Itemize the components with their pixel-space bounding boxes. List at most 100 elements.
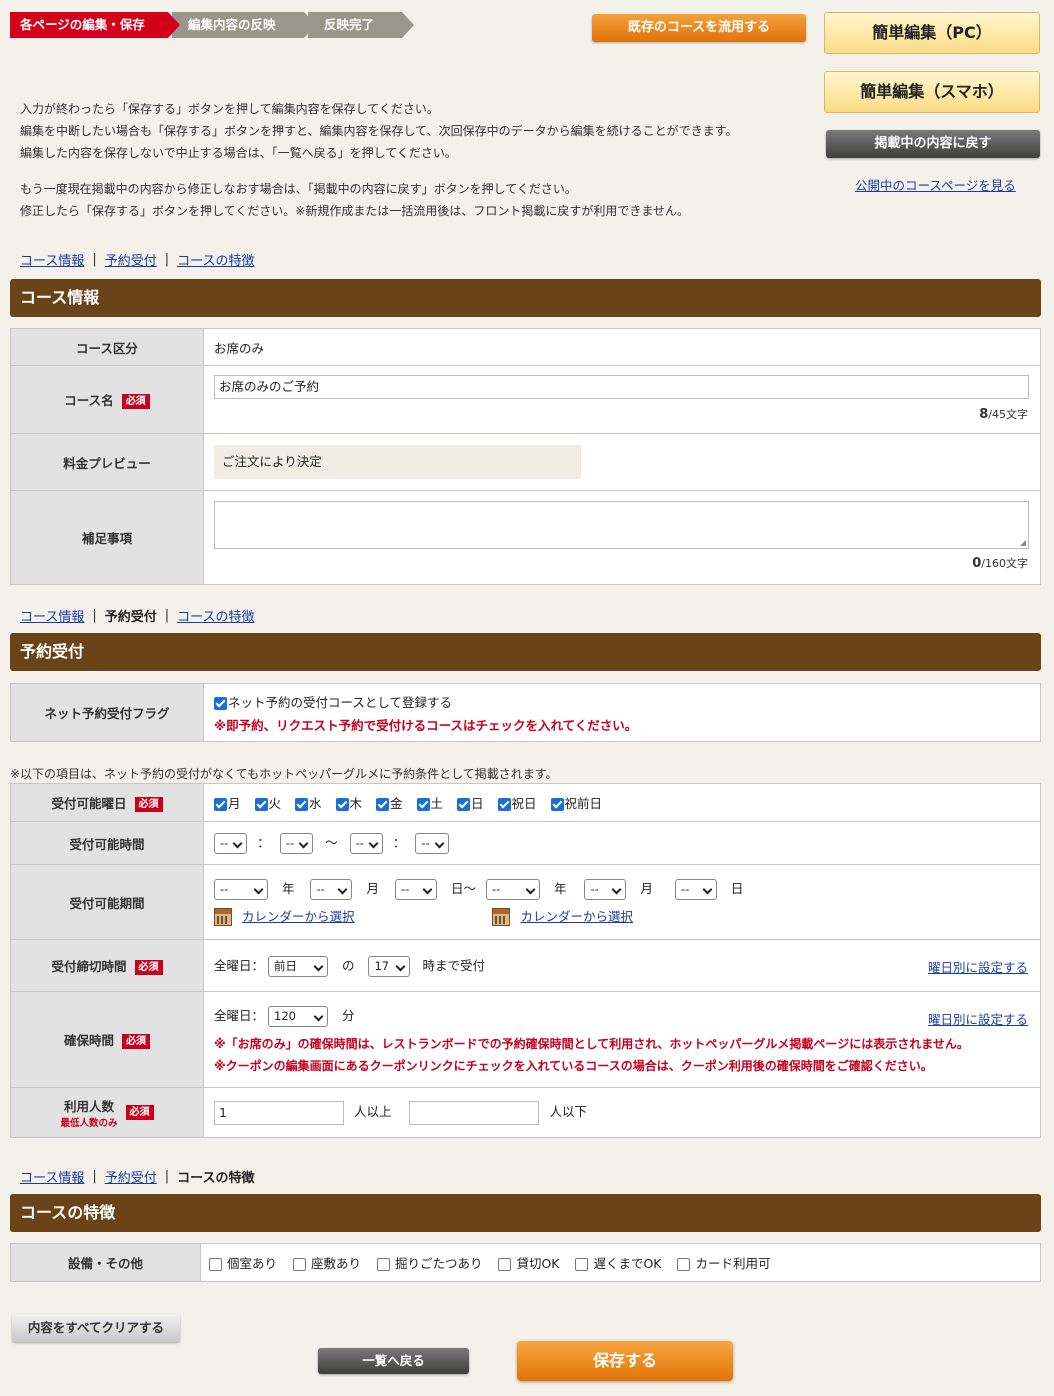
option-checkbox[interactable] xyxy=(209,1258,222,1271)
people-max-input[interactable] xyxy=(409,1100,540,1125)
time-end-min-select[interactable]: -- xyxy=(415,833,449,854)
view-public-page-link[interactable]: 公開中のコースページを見る xyxy=(855,175,1016,194)
time-start-hour-select[interactable]: -- xyxy=(214,833,248,854)
course-category-value: お席のみ xyxy=(203,328,1041,366)
required-badge: 必須 xyxy=(122,1034,150,1049)
required-badge: 必須 xyxy=(121,394,150,409)
nav-course-info-link[interactable]: コース情報 xyxy=(20,1167,84,1186)
supplement-label: 補足事項 xyxy=(10,490,204,585)
time-start-min-select[interactable]: -- xyxy=(279,833,314,854)
hold-time-label: 確保時間 必須 xyxy=(10,991,204,1088)
net-flag-note: ※即予約、リクエスト予約で受付けるコースはチェックを入れてください。 xyxy=(214,717,638,733)
price-preview-value: ご注文により決定 xyxy=(214,445,581,479)
day-checkbox-tue[interactable] xyxy=(254,798,268,811)
option-checkbox[interactable] xyxy=(376,1258,390,1271)
deadline-day-select[interactable]: 前日 xyxy=(268,955,328,977)
deadline-hour-select[interactable]: 17 xyxy=(368,955,411,977)
nav-features-link[interactable]: コースの特徴 xyxy=(177,606,254,625)
day-checkbox-holiday[interactable] xyxy=(497,798,511,811)
step-edit-save: 各ページの編集・保存 xyxy=(10,12,180,38)
reservation-heading: 予約受付 xyxy=(10,633,1041,671)
intro-text: 入力が終わったら「保存する」ボタンを押して編集内容を保存してください。 編集を中… xyxy=(20,98,800,222)
intro-line: 修正したら「保存する」ボタンを押してください。※新規作成または一括流用後は、フロ… xyxy=(20,204,689,218)
intro-line: もう一度現在掲載中の内容から修正しなおす場合は、「掲載中の内容に戻す」ボタンを押… xyxy=(20,182,577,196)
period-start-day-select[interactable]: -- xyxy=(394,878,437,900)
course-info-table: コース区分 お席のみ コース名 必須 お席のみのご予約 8/45文字 料金プレビュ… xyxy=(10,328,1041,585)
required-badge: 必須 xyxy=(134,960,163,975)
nav-course-info-link[interactable]: コース情報 xyxy=(20,606,84,625)
calendar-icon[interactable] xyxy=(214,908,232,927)
people-min-input[interactable]: 1 xyxy=(214,1100,344,1125)
intro-line: 編集した内容を保存しないで中止する場合は、「一覧へ戻る」を押してください。 xyxy=(20,146,457,160)
people-sub-label: 最低人数のみ xyxy=(60,1118,118,1129)
day-checkbox-thu[interactable] xyxy=(335,798,349,811)
course-info-heading: コース情報 xyxy=(10,279,1041,317)
facilities-options: 個室あり 座敷あり 掘りごたつあり 貸切OK 遅くまでOK カード利用可 xyxy=(200,1243,1041,1282)
revert-published-button[interactable]: 掲載中の内容に戻す xyxy=(826,130,1040,158)
period-start-year-select[interactable]: -- xyxy=(214,878,268,900)
hold-per-day-link[interactable]: 曜日別に設定する xyxy=(928,1009,1028,1028)
hold-note-1: ※「お席のみ」の確保時間は、レストランボードでの予約確保時間として利用され、ホッ… xyxy=(214,1037,969,1051)
course-name-label: コース名 必須 xyxy=(10,365,204,434)
required-badge: 必須 xyxy=(125,1105,154,1120)
nav-reservation-link[interactable]: 予約受付 xyxy=(105,1167,157,1186)
reservation-conditions-table: 受付可能曜日 必須 月 火 水 木 金 土 日 祝日 祝前日 受付可能時間 -- … xyxy=(10,783,1041,1138)
option-checkbox[interactable] xyxy=(677,1258,691,1271)
supplement-textarea[interactable]: ◢ xyxy=(214,501,1029,549)
period-end-day-select[interactable]: -- xyxy=(674,878,717,900)
time-end-hour-select[interactable]: -- xyxy=(349,833,383,854)
required-badge: 必須 xyxy=(134,797,163,812)
intro-line: 入力が終わったら「保存する」ボタンを押して編集内容を保存してください。 xyxy=(20,102,439,116)
calendar-icon[interactable] xyxy=(492,908,511,927)
days-label: 受付可能曜日 必須 xyxy=(10,783,204,822)
reuse-course-button[interactable]: 既存のコースを流用する xyxy=(592,14,806,42)
course-name-counter: 8/45文字 xyxy=(979,407,1028,422)
day-checkbox-wed[interactable] xyxy=(295,798,308,811)
deadline-label: 受付締切時間 必須 xyxy=(10,939,204,992)
period-end-month-select[interactable]: -- xyxy=(584,878,627,900)
day-checkbox-fri[interactable] xyxy=(376,798,389,811)
features-heading: コースの特徴 xyxy=(10,1194,1041,1232)
simple-edit-pc-button[interactable]: 簡単編集（PC） xyxy=(824,12,1040,54)
nav-features-link[interactable]: コースの特徴 xyxy=(177,250,254,269)
option-checkbox[interactable] xyxy=(575,1258,589,1271)
resize-handle-icon[interactable]: ◢ xyxy=(1020,538,1026,547)
section-nav: コース情報 | 予約受付 | コースの特徴 xyxy=(20,1167,255,1186)
deadline-per-day-link[interactable]: 曜日別に設定する xyxy=(928,957,1028,976)
period-label: 受付可能期間 xyxy=(10,864,204,940)
step-complete: 反映完了 xyxy=(308,12,414,38)
period-end-calendar-link[interactable]: カレンダーから選択 xyxy=(520,909,633,924)
save-button[interactable]: 保存する xyxy=(517,1341,733,1381)
days-options: 月 火 水 木 金 土 日 祝日 祝前日 xyxy=(203,783,1041,822)
hold-time-select[interactable]: 120 xyxy=(268,1006,328,1027)
time-label: 受付可能時間 xyxy=(10,821,204,865)
general-note: ※以下の項目は、ネット予約の受付がなくてもホットペッパーグルメに予約条件として掲… xyxy=(10,767,558,781)
features-table: 設備・その他 個室あり 座敷あり 掘りごたつあり 貸切OK 遅くまでOK カード… xyxy=(10,1243,1041,1282)
period-start-calendar-link[interactable]: カレンダーから選択 xyxy=(242,909,355,924)
hold-note-2: ※クーポンの編集画面にあるクーポンリンクにチェックを入れているコースの場合は、ク… xyxy=(214,1059,933,1073)
day-checkbox-pre-holiday[interactable] xyxy=(550,798,564,811)
clear-all-button[interactable]: 内容をすべてクリアする xyxy=(12,1314,180,1342)
net-flag-checkbox[interactable] xyxy=(214,696,227,710)
option-checkbox[interactable] xyxy=(292,1258,306,1271)
simple-edit-sp-button[interactable]: 簡単編集（スマホ） xyxy=(824,71,1040,113)
step-reflect: 編集内容の反映 xyxy=(172,12,316,38)
progress-steps: 各ページの編集・保存 編集内容の反映 反映完了 xyxy=(10,12,414,38)
net-flag-text: ネット予約の受付コースとして登録する xyxy=(228,694,453,710)
period-end-year-select[interactable]: -- xyxy=(485,878,540,900)
option-checkbox[interactable] xyxy=(498,1258,512,1271)
people-label: 利用人数 最低人数のみ 必須 xyxy=(10,1087,204,1138)
course-category-label: コース区分 xyxy=(10,328,204,366)
day-checkbox-sat[interactable] xyxy=(416,798,430,811)
net-flag-label: ネット予約受付フラグ xyxy=(10,683,204,742)
net-reservation-table: ネット予約受付フラグ ネット予約の受付コースとして登録する ※即予約、リクエスト… xyxy=(10,683,1041,742)
day-checkbox-mon[interactable] xyxy=(214,798,227,811)
course-name-input[interactable]: お席のみのご予約 xyxy=(214,375,1029,399)
period-start-month-select[interactable]: -- xyxy=(310,878,353,900)
back-to-list-button[interactable]: 一覧へ戻る xyxy=(318,1348,469,1374)
nav-course-info-link[interactable]: コース情報 xyxy=(20,250,84,269)
day-checkbox-sun[interactable] xyxy=(457,798,470,811)
nav-reservation-current: 予約受付 xyxy=(104,610,157,625)
intro-line: 編集を中断したい場合も「保存する」ボタンを押すと、編集内容を保存して、次回保存中… xyxy=(20,124,738,138)
nav-reservation-link[interactable]: 予約受付 xyxy=(105,250,157,269)
